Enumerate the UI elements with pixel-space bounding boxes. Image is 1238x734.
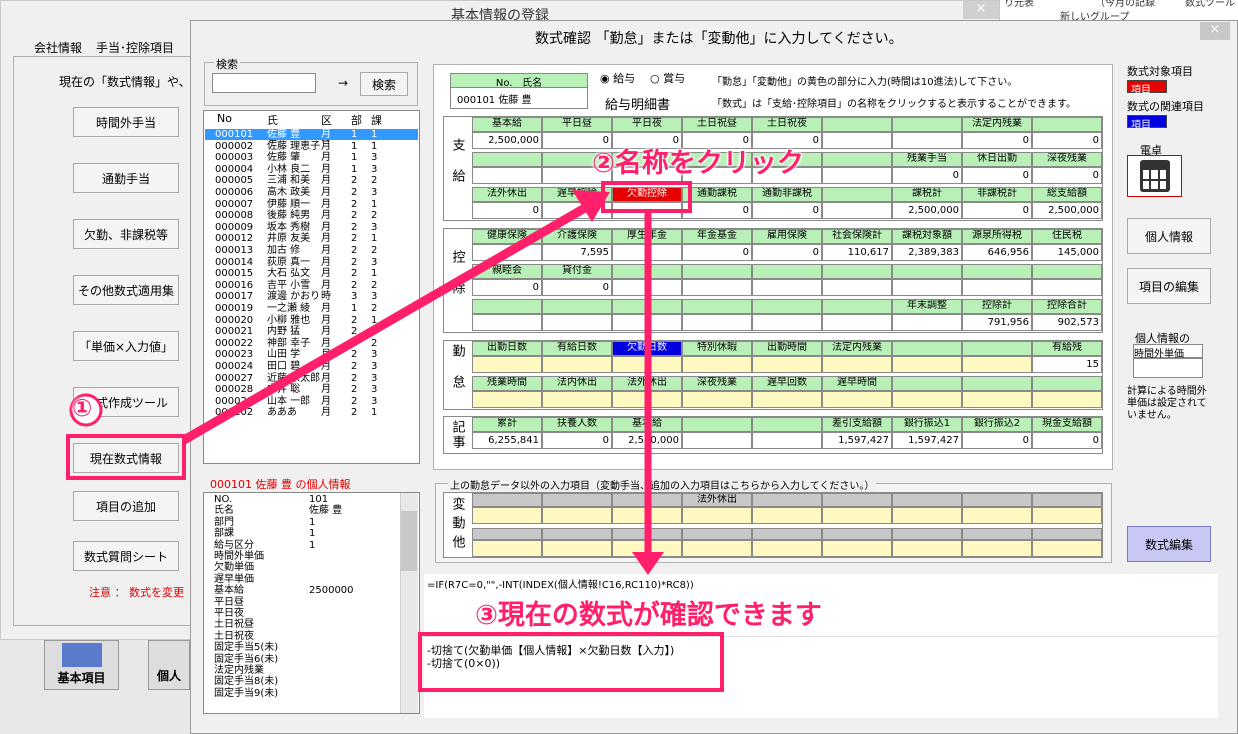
arrow-1-line xyxy=(181,201,593,444)
annotation-2: ②名称をクリック xyxy=(592,148,804,179)
highlight-current-formula xyxy=(66,434,186,480)
highlight-explanation xyxy=(418,632,724,692)
arrow-2-head xyxy=(632,552,664,575)
annotation-1: ① xyxy=(72,394,93,422)
annotation-3: ③現在の数式が確認できます xyxy=(475,600,822,631)
highlight-absence-deduction xyxy=(601,181,692,213)
